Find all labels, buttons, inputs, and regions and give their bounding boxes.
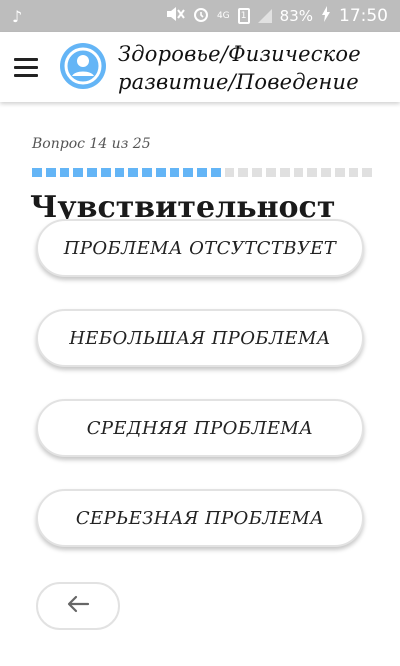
progress-segment (197, 168, 207, 177)
page-title-line-2: развитие/Поведение (118, 70, 359, 94)
progress-segment (114, 168, 125, 177)
progress-segment (224, 168, 235, 177)
mute-icon (165, 6, 185, 26)
progress-segment (293, 168, 304, 177)
progress-segment (87, 168, 97, 177)
progress-segment (169, 168, 180, 177)
progress-segment (266, 168, 276, 177)
clock: 17:50 (339, 6, 388, 26)
progress-bar (32, 168, 373, 178)
battery-charging-icon (321, 6, 331, 26)
progress-segment (100, 168, 111, 177)
signal-icon (257, 9, 272, 23)
arrow-left-icon (66, 595, 90, 618)
progress-label: Вопрос 14 из 25 (32, 136, 151, 152)
status-icons: 4G 1 83% 17:50 (165, 0, 388, 32)
status-bar: ♪ 4G 1 83% 17:50 (0, 0, 400, 32)
answer-button-serious[interactable]: СЕРЬЕЗНАЯ ПРОБЛЕМА (36, 489, 364, 547)
hamburger-menu-icon[interactable] (14, 52, 44, 82)
sim-icon: 1 (237, 8, 250, 24)
progress-segment (238, 168, 249, 177)
battery-percent: 83% (279, 7, 313, 25)
progress-segment (307, 168, 318, 177)
progress-segment (362, 168, 373, 177)
progress-segment (279, 168, 290, 177)
progress-segment (45, 168, 56, 177)
answer-button-medium[interactable]: СРЕДНЯЯ ПРОБЛЕМА (36, 399, 364, 457)
progress-segment (210, 168, 221, 177)
progress-segment (59, 168, 70, 177)
progress-segment (32, 168, 42, 177)
progress-segment (321, 168, 331, 177)
page-title-line-1: Здоровье/Физическое (118, 42, 361, 66)
answer-button-none[interactable]: ПРОБЛЕМА ОТСУТСТВУЕТ (36, 219, 364, 277)
progress-segment (155, 168, 166, 177)
back-button[interactable] (36, 582, 120, 630)
music-note-icon: ♪ (12, 7, 23, 26)
progress-segment (128, 168, 139, 177)
app-bar: Здоровье/Физическое развитие/Поведение (0, 32, 400, 102)
network-type: 4G (216, 10, 230, 21)
progress-segment (252, 168, 263, 177)
progress-segment (334, 168, 345, 177)
answer-button-small[interactable]: НЕБОЛЬШАЯ ПРОБЛЕМА (36, 309, 364, 367)
account-circle-icon[interactable] (60, 43, 106, 89)
progress-segment (183, 168, 194, 177)
page-title: Здоровье/Физическое развитие/Поведение (118, 40, 394, 96)
progress-segment (142, 168, 152, 177)
progress-segment (348, 168, 359, 177)
progress-segment (73, 168, 84, 177)
alarm-icon (193, 6, 209, 26)
